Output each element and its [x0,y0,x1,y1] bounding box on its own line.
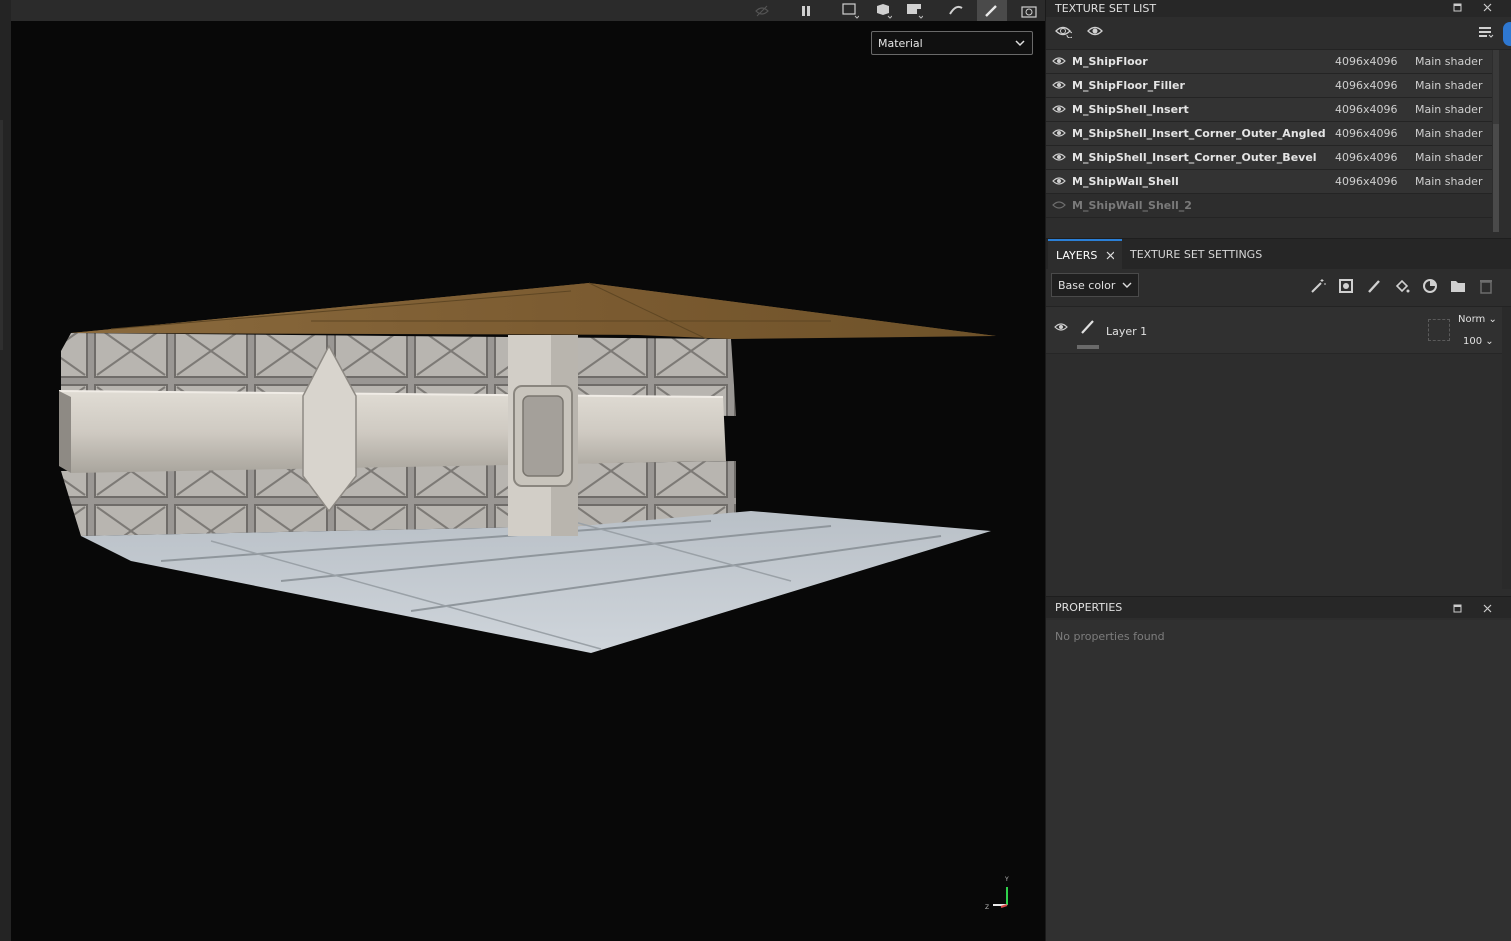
texture-set-row[interactable]: M_ShipFloor_Filler 4096x4096 Main shader [1046,74,1492,98]
texture-set-resolution: 4096x4096 [1335,55,1398,68]
texture-set-shader: Main shader [1415,55,1483,68]
layers-scrollbar[interactable] [1502,307,1511,589]
layer-row[interactable]: Layer 1 Norm ⌄ 100 ⌄ [1046,307,1502,354]
list-settings-icon[interactable] [1478,24,1494,43]
axis-z-label: Z [985,904,989,911]
eye-icon[interactable] [1052,55,1066,67]
opacity-dropdown[interactable]: 100 ⌄ [1463,336,1494,347]
tab-texture-set-settings-label: TEXTURE SET SETTINGS [1130,247,1263,261]
opacity-value: 100 [1463,336,1483,347]
layer-name[interactable]: Layer 1 [1106,325,1147,338]
texture-set-row[interactable]: M_ShipFloor 4096x4096 Main shader [1046,50,1492,74]
3d-viewport[interactable]: Material Y Z [11,21,1045,941]
texture-set-name: M_ShipShell_Insert_Corner_Outer_Angled [1072,127,1326,140]
layers-tab-bar: LAYERS TEXTURE SET SETTINGS [1046,238,1511,269]
viewport-toolbar [11,0,1045,22]
texture-set-scrollbar[interactable] [1493,50,1499,232]
split-view-icon[interactable] [902,0,926,21]
notification-badge[interactable] [1503,22,1511,46]
blend-mode-value: Norm [1458,314,1486,325]
visibility-eye-icon[interactable] [1086,23,1104,42]
axis-gizmo-icon: Y Z [985,876,1009,911]
camera-icon[interactable] [1017,0,1041,21]
texture-set-name: M_ShipShell_Insert [1072,103,1189,116]
hide-icon[interactable] [751,0,773,21]
tab-layers-label: LAYERS [1056,248,1098,262]
chevron-down-icon [1015,40,1025,47]
texture-set-shader: Main shader [1415,79,1483,92]
texture-set-shader: Main shader [1415,103,1483,116]
texture-set-row[interactable]: M_ShipShell_Insert_Corner_Outer_Bevel 40… [1046,146,1492,170]
texture-set-row[interactable]: M_ShipWall_Shell_2 [1046,194,1492,218]
symmetry-icon[interactable] [944,0,968,21]
close-icon[interactable] [1478,0,1496,18]
texture-set-resolution: 4096x4096 [1335,127,1398,140]
texture-set-toolbar [1046,17,1511,50]
eye-icon[interactable] [1052,103,1066,115]
properties-header: PROPERTIES [1046,596,1511,618]
add-folder-icon[interactable] [1448,276,1468,296]
texture-set-shader: Main shader [1415,151,1483,164]
properties-empty-text: No properties found [1055,630,1165,643]
texture-set-list-title: TEXTURE SET LIST [1055,1,1157,15]
texture-set-row[interactable]: M_ShipShell_Insert_Corner_Outer_Angled 4… [1046,122,1492,146]
pause-icon[interactable] [795,0,817,21]
texture-set-resolution: 4096x4096 [1335,151,1398,164]
layer-toolbar: Base color [1046,268,1511,307]
add-mask-icon[interactable] [1336,276,1356,296]
texture-set-name: M_ShipFloor_Filler [1072,79,1185,92]
texture-set-name: M_ShipWall_Shell [1072,175,1179,188]
channel-label: Base color [1058,278,1116,292]
texture-set-list-header: TEXTURE SET LIST [1046,0,1511,18]
texture-set-row[interactable]: M_ShipWall_Shell 4096x4096 Main shader [1046,170,1492,194]
paint-layer-icon [1081,320,1094,334]
view-2d-icon[interactable] [838,0,862,21]
add-smart-material-icon[interactable] [1420,276,1440,296]
layers-empty-area [1046,354,1502,589]
texture-set-shader: Main shader [1415,127,1483,140]
texture-set-resolution: 4096x4096 [1335,103,1398,116]
eye-icon[interactable] [1052,151,1066,163]
texture-set-name: M_ShipFloor [1072,55,1148,68]
material-view-label: Material [878,36,923,50]
eye-icon[interactable] [1052,127,1066,139]
axis-y-label: Y [1004,876,1009,883]
close-icon[interactable] [1478,597,1496,619]
add-paint-layer-icon[interactable] [1364,276,1384,296]
blend-mode-dropdown[interactable]: Norm ⌄ [1458,314,1497,325]
layer-thumbnail-bar [1077,345,1099,349]
eye-hidden-icon[interactable] [1052,199,1066,211]
view-3d-icon[interactable] [871,0,895,21]
eye-icon[interactable] [1052,175,1066,187]
add-fill-layer-icon[interactable] [1392,276,1412,296]
texture-set-list: M_ShipFloor 4096x4096 Main shader M_Ship… [1046,50,1492,218]
properties-title: PROPERTIES [1055,601,1123,614]
chevron-down-icon: ⌄ [1488,314,1497,325]
texture-set-resolution: 4096x4096 [1335,79,1398,92]
texture-set-resolution: 4096x4096 [1335,175,1398,188]
eye-icon[interactable] [1052,79,1066,91]
channel-dropdown[interactable]: Base color [1051,273,1139,297]
eye-icon[interactable] [1053,321,1069,333]
texture-set-name: M_ShipShell_Insert_Corner_Outer_Bevel [1072,151,1317,164]
layer-mask-thumbnail[interactable] [1428,319,1450,341]
close-icon[interactable] [1106,251,1114,260]
maximize-icon[interactable] [1448,0,1466,18]
delete-layer-icon[interactable] [1476,276,1496,296]
magic-wand-icon[interactable] [1308,276,1328,296]
right-panel: TEXTURE SET LIST M_ShipFloor 4096x4096 M… [1045,0,1511,941]
tab-texture-set-settings[interactable]: TEXTURE SET SETTINGS [1122,239,1270,269]
texture-set-shader: Main shader [1415,175,1483,188]
3d-scene-render [58,282,996,653]
texture-set-row[interactable]: M_ShipShell_Insert 4096x4096 Main shader [1046,98,1492,122]
properties-body: No properties found [1046,620,1511,941]
chevron-down-icon [1122,282,1132,288]
chevron-down-icon: ⌄ [1485,336,1494,347]
material-view-dropdown[interactable]: Material [871,31,1033,55]
paint-brush-icon[interactable] [977,0,1007,21]
tab-layers[interactable]: LAYERS [1048,239,1122,269]
texture-set-name: M_ShipWall_Shell_2 [1072,199,1192,212]
hide-selection-icon[interactable] [1054,23,1074,42]
maximize-icon[interactable] [1448,597,1466,619]
